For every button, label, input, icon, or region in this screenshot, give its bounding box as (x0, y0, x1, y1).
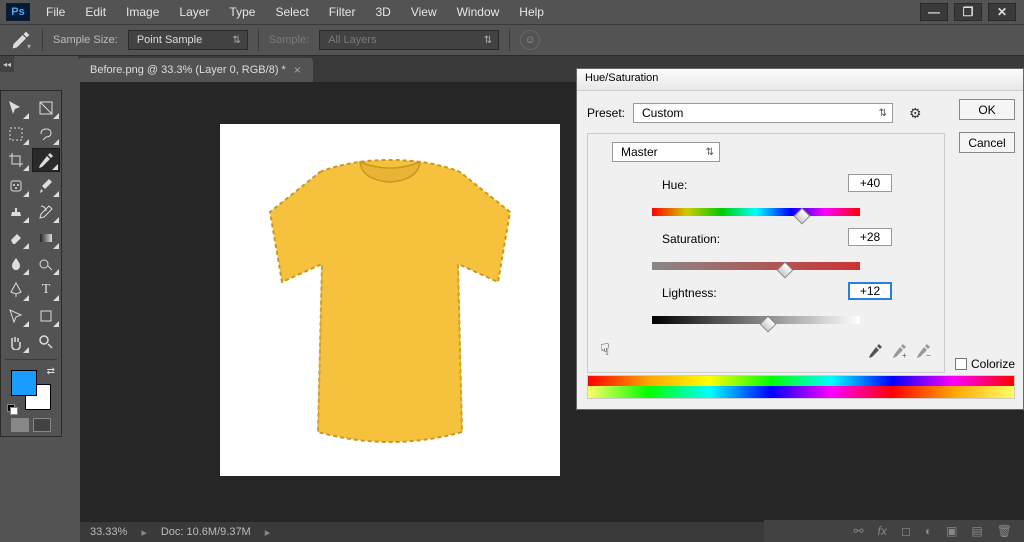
history-brush-tool[interactable] (32, 200, 60, 224)
svg-text:−: − (926, 351, 931, 359)
saturation-slider-thumb[interactable] (777, 262, 794, 279)
color-swatches[interactable]: ⇄ (7, 366, 55, 414)
lightness-slider-thumb[interactable] (760, 316, 777, 333)
menu-3d[interactable]: 3D (365, 1, 400, 23)
shape-tool[interactable] (32, 304, 60, 328)
colorize-label: Colorize (971, 357, 1015, 371)
foreground-color-swatch[interactable] (11, 370, 37, 396)
move-tool[interactable] (2, 96, 30, 120)
eyedropper-add-icon[interactable]: + (890, 342, 908, 360)
lasso-tool[interactable] (32, 122, 60, 146)
menu-help[interactable]: Help (509, 1, 554, 23)
targeted-adjust-icon[interactable]: ☟ (600, 340, 610, 360)
document-size[interactable]: Doc: 10.6M/9.37M (161, 526, 251, 538)
show-sampling-ring-icon[interactable]: ☺ (520, 30, 540, 50)
hand-tool[interactable] (2, 330, 30, 354)
menubar: Ps File Edit Image Layer Type Select Fil… (0, 0, 1024, 24)
preset-dropdown[interactable]: Custom (633, 103, 893, 123)
quickmask-mode-icon[interactable] (33, 418, 51, 432)
tshirt-image (250, 152, 530, 462)
brush-tool[interactable] (32, 174, 60, 198)
lightness-slider-track[interactable] (652, 316, 860, 324)
path-selection-tool[interactable] (2, 304, 30, 328)
eyedropper-subtract-icon[interactable]: − (914, 342, 932, 360)
menu-view[interactable]: View (401, 1, 447, 23)
layer-mask-icon[interactable]: ◻ (901, 524, 911, 538)
sample-size-label: Sample Size: (53, 34, 118, 46)
ok-button[interactable]: OK (959, 99, 1015, 120)
cancel-button[interactable]: Cancel (959, 132, 1015, 153)
hue-saturation-dialog: Hue/Saturation Preset: Custom ⚙ Master H… (576, 68, 1024, 410)
window-close-button[interactable]: ✕ (988, 3, 1016, 21)
healing-brush-tool[interactable] (2, 174, 30, 198)
hue-input[interactable]: +40 (848, 174, 892, 192)
separator (509, 29, 510, 51)
spectrum-bar (587, 375, 1015, 399)
delete-layer-icon[interactable]: 🗑 (997, 524, 1012, 538)
saturation-label: Saturation: (662, 232, 720, 246)
svg-text:+: + (902, 351, 907, 359)
pen-tool[interactable] (2, 278, 30, 302)
clone-stamp-tool[interactable] (2, 200, 30, 224)
menu-image[interactable]: Image (116, 1, 169, 23)
layer-style-icon[interactable]: fx (878, 524, 887, 538)
saturation-input[interactable]: +28 (848, 228, 892, 246)
artboard-tool[interactable] (32, 96, 60, 120)
zoom-tool[interactable] (32, 330, 60, 354)
menu-file[interactable]: File (36, 1, 75, 23)
menu-edit[interactable]: Edit (75, 1, 116, 23)
eyedropper-tool[interactable] (32, 148, 60, 172)
document-tab-title: Before.png @ 33.3% (Layer 0, RGB/8) * (90, 64, 286, 76)
separator (258, 29, 259, 51)
blur-tool[interactable] (2, 252, 30, 276)
dialog-title: Hue/Saturation (577, 69, 1023, 91)
menu-select[interactable]: Select (265, 1, 318, 23)
menu-filter[interactable]: Filter (319, 1, 366, 23)
options-bar: ▾ Sample Size: Point Sample Sample: All … (0, 24, 1024, 56)
sample-label: Sample: (269, 34, 309, 46)
marquee-tool[interactable] (2, 122, 30, 146)
crop-tool[interactable] (2, 148, 30, 172)
expand-panels-toggle[interactable]: ◂◂ (0, 56, 14, 72)
eraser-tool[interactable] (2, 226, 30, 250)
menu-window[interactable]: Window (447, 1, 510, 23)
window-minimize-button[interactable]: — (920, 3, 948, 21)
eyedropper-icon[interactable] (866, 342, 884, 360)
colorize-checkbox[interactable] (955, 358, 967, 370)
link-layers-icon[interactable]: ⚯ (853, 524, 863, 538)
preset-label: Preset: (587, 106, 625, 120)
dodge-tool[interactable] (32, 252, 60, 276)
adjustment-panel: Master Hue: +40 Saturation: +28 (587, 133, 945, 373)
new-layer-icon[interactable]: ▤ (971, 524, 982, 538)
hue-slider-track[interactable] (652, 208, 860, 216)
hue-label: Hue: (662, 178, 687, 192)
separator (42, 29, 43, 51)
lightness-label: Lightness: (662, 286, 717, 300)
type-tool[interactable]: T (32, 278, 60, 302)
preset-settings-icon[interactable]: ⚙ (909, 105, 922, 122)
hue-slider-thumb[interactable] (793, 208, 810, 225)
default-colors-icon[interactable] (7, 404, 17, 414)
menu-layer[interactable]: Layer (169, 1, 219, 23)
layer-group-icon[interactable]: ▣ (946, 524, 957, 538)
gradient-tool[interactable] (32, 226, 60, 250)
channel-dropdown[interactable]: Master (612, 142, 720, 162)
standard-mode-icon[interactable] (11, 418, 29, 432)
artboard (220, 124, 560, 476)
sample-size-dropdown[interactable]: Point Sample (128, 30, 248, 50)
sample-layers-dropdown: All Layers (319, 30, 499, 50)
window-restore-button[interactable]: ❐ (954, 3, 982, 21)
layers-panel-footer: ⚯ fx ◻ ◐ ▣ ▤ 🗑 (764, 520, 1024, 542)
saturation-slider-track[interactable] (652, 262, 860, 270)
zoom-level[interactable]: 33.33% (90, 526, 127, 538)
adjustment-layer-icon[interactable]: ◐ (925, 524, 932, 538)
eyedropper-tool-icon[interactable]: ▾ (10, 29, 32, 51)
app-logo: Ps (6, 3, 30, 21)
tab-close-icon[interactable]: × (294, 63, 301, 77)
menu-type[interactable]: Type (219, 1, 265, 23)
document-tab[interactable]: Before.png @ 33.3% (Layer 0, RGB/8) * × (78, 58, 313, 82)
toolbox: T ⇄ (0, 90, 62, 437)
swap-colors-icon[interactable]: ⇄ (47, 366, 55, 377)
lightness-input[interactable]: +12 (848, 282, 892, 300)
